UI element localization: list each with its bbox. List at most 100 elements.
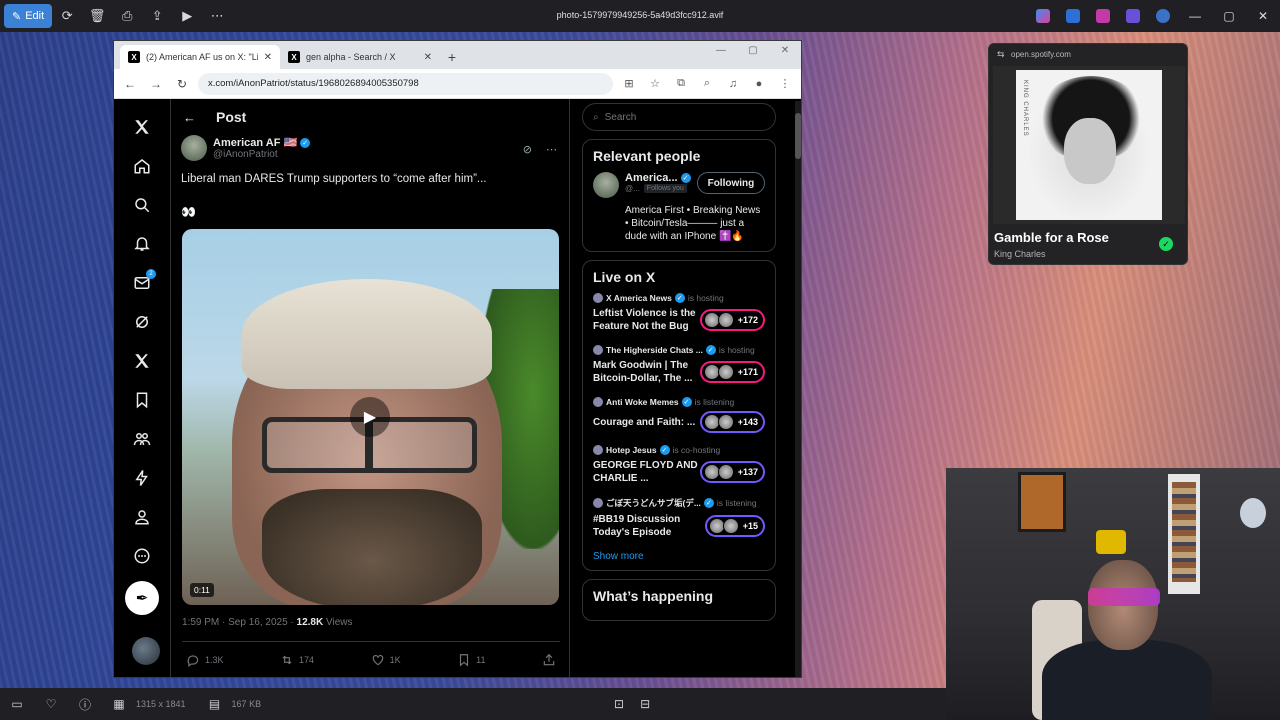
print-icon[interactable]: ⎙ [112, 4, 142, 28]
notifications-icon[interactable] [122, 224, 162, 263]
messages-icon[interactable]: 2 [122, 263, 162, 302]
profile-nav-icon[interactable] [122, 497, 162, 536]
space-host: The Higherside Chats ... [606, 345, 703, 355]
app-icon-blue[interactable] [1066, 9, 1080, 23]
like-button[interactable]: 1K [371, 653, 401, 667]
author-handle[interactable]: @iAnonPatriot [213, 149, 310, 160]
repost-button[interactable]: 174 [280, 653, 314, 667]
tab-close-icon[interactable]: ✕ [424, 52, 432, 63]
browser-maximize-icon[interactable]: ▢ [737, 45, 769, 56]
edit-button[interactable]: ✎ Edit [4, 4, 53, 28]
app-icon-pink[interactable] [1096, 9, 1110, 23]
more-circle-icon[interactable] [122, 536, 162, 575]
person-avatar[interactable] [593, 172, 619, 198]
bookmarks-icon[interactable] [122, 380, 162, 419]
relevant-person[interactable]: America... ✓ @... Follows you Following [593, 172, 766, 198]
post-author[interactable]: American AF 🇺🇸 ✓ @iAnonPatriot [181, 135, 311, 161]
grok-explain-icon[interactable]: ⊘ [523, 143, 532, 156]
show-more-link[interactable]: Show more [593, 551, 765, 562]
post-video[interactable]: ▶ 0:11 [182, 229, 559, 605]
minimize-icon[interactable]: — [1178, 9, 1212, 23]
cloud-icon[interactable] [1156, 9, 1170, 23]
reload-icon[interactable]: ↻ [172, 77, 192, 91]
page-scrollbar[interactable] [795, 101, 801, 677]
favorite-icon[interactable]: ♡ [34, 697, 68, 711]
tab-close-icon[interactable]: ✕ [264, 52, 272, 63]
space-listeners[interactable]: +143 [699, 411, 765, 433]
install-app-icon[interactable]: ⊞ [619, 77, 639, 90]
bookmark-button[interactable]: 11 [457, 653, 485, 667]
media-icon[interactable]: ♫ [723, 78, 743, 90]
space-title[interactable]: #BB19 Discussion Today's Episode [593, 513, 703, 539]
space-title[interactable]: GEORGE FLOYD AND CHARLIE ... [593, 459, 700, 485]
menu-icon[interactable]: ⋮ [775, 77, 795, 90]
compose-post-button[interactable]: ✒ [125, 581, 159, 615]
live-space-item[interactable]: X America News ✓ is hosting Leftist Viol… [593, 293, 765, 333]
author-name[interactable]: American AF 🇺🇸 [213, 136, 297, 149]
books [1172, 482, 1196, 582]
url-field[interactable]: x.com/iAnonPatriot/status/19680268940053… [198, 72, 613, 95]
more-icon[interactable]: ⋯ [202, 4, 232, 28]
track-title[interactable]: Gamble for a Rose [994, 230, 1109, 245]
app-icon-purple[interactable] [1126, 9, 1140, 23]
communities-icon[interactable] [122, 419, 162, 458]
forward-icon[interactable]: → [146, 77, 166, 91]
space-title[interactable]: Courage and Faith: ... [593, 416, 700, 429]
extensions-icon[interactable]: ⧉ [671, 77, 691, 90]
scrollbar-thumb[interactable] [795, 113, 801, 159]
play-icon[interactable]: ▶ [350, 397, 390, 437]
back-icon[interactable]: ← [120, 77, 140, 91]
back-arrow-icon[interactable]: ← [183, 110, 196, 125]
share-icon[interactable]: ⇪ [142, 4, 172, 28]
reply-button[interactable]: 1.3K [186, 653, 224, 667]
track-artist[interactable]: King Charles [994, 249, 1046, 259]
tab-x-post[interactable]: X (2) American AF us on X: "Liber ✕ [120, 45, 280, 69]
viewer-toolbar: ✎ Edit ⟳ 🗑 ⎙ ⇪ ▶ ⋯ photo-1579979949256-5… [0, 0, 1280, 32]
browser-minimize-icon[interactable]: — [705, 45, 737, 56]
filmstrip-icon[interactable]: ▭ [0, 697, 34, 711]
space-title[interactable]: Leftist Violence is the Feature Not the … [593, 307, 700, 333]
live-space-item[interactable]: Hotep Jesus ✓ is co-hosting GEORGE FLOYD… [593, 445, 765, 485]
author-avatar[interactable] [181, 135, 207, 161]
post-time[interactable]: 1:59 PM · Sep 16, 2025 · [182, 617, 297, 628]
space-listeners[interactable]: +15 [704, 515, 765, 537]
explore-icon[interactable] [122, 185, 162, 224]
space-listeners[interactable]: +137 [699, 461, 765, 483]
person-name[interactable]: America... [625, 172, 678, 184]
live-space-item[interactable]: Anti Woke Memes ✓ is listening Courage a… [593, 397, 765, 433]
profile-icon[interactable]: ● [749, 78, 769, 90]
maximize-icon[interactable]: ▢ [1212, 9, 1246, 23]
search-tab-icon[interactable]: ⌕ [697, 77, 717, 90]
actual-size-icon[interactable]: ⊟ [640, 697, 650, 711]
x-logo-icon[interactable] [122, 107, 162, 146]
space-title[interactable]: Mark Goodwin | The Bitcoin-Dollar, The .… [593, 359, 700, 385]
lightning-icon[interactable] [122, 458, 162, 497]
delete-icon[interactable]: 🗑 [82, 4, 112, 28]
live-space-item[interactable]: ごぼ天うどんサブ垢(デ... ✓ is listening #BB19 Disc… [593, 497, 765, 539]
post-more-icon[interactable]: ⋯ [546, 143, 557, 156]
search-input[interactable]: ⌕ Search [582, 103, 776, 131]
copilot-icon[interactable] [1036, 9, 1050, 23]
space-listeners[interactable]: +171 [699, 361, 765, 383]
tab-title: (2) American AF us on X: "Liber [146, 52, 258, 62]
saved-check-icon[interactable]: ✓ [1159, 237, 1173, 251]
info-icon[interactable]: ⓘ [68, 696, 102, 713]
share-button[interactable] [542, 653, 556, 667]
spotify-miniplayer[interactable]: open.spotify.com KING CHARLES Gamble for… [988, 43, 1188, 265]
grok-icon[interactable] [122, 302, 162, 341]
close-icon[interactable]: ✕ [1246, 9, 1280, 23]
live-space-item[interactable]: The Higherside Chats ... ✓ is hosting Ma… [593, 345, 765, 385]
host-avatar [593, 397, 603, 407]
tab-x-search[interactable]: X gen alpha - Search / X ✕ [280, 45, 440, 69]
browser-close-icon[interactable]: ✕ [769, 45, 801, 56]
new-tab-button[interactable]: + [440, 45, 464, 69]
bookmark-star-icon[interactable]: ☆ [645, 77, 665, 90]
rotate-icon[interactable]: ⟳ [52, 4, 82, 28]
account-avatar[interactable] [132, 637, 160, 665]
following-button[interactable]: Following [696, 172, 766, 194]
slideshow-icon[interactable]: ▶ [172, 4, 202, 28]
space-listeners[interactable]: +172 [699, 309, 765, 331]
premium-x-icon[interactable] [122, 341, 162, 380]
home-icon[interactable] [122, 146, 162, 185]
fit-window-icon[interactable]: ⊡ [614, 697, 624, 711]
